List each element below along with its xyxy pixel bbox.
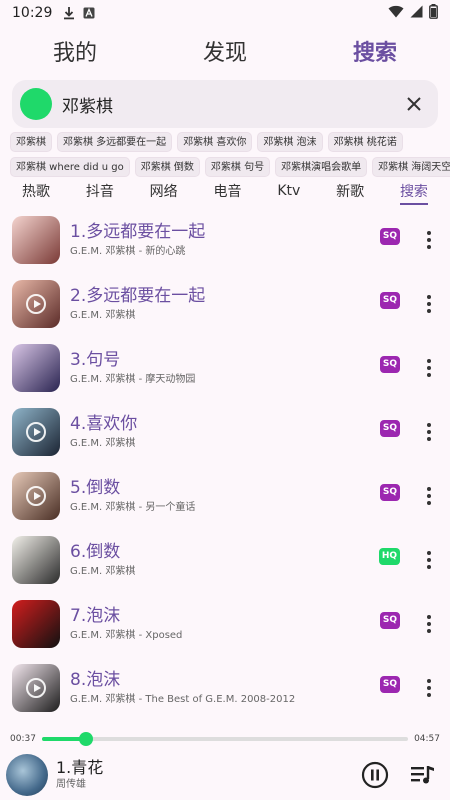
- song-cover: [12, 536, 60, 584]
- signal-icon: [410, 5, 423, 22]
- top-tabs: 我的 发现 搜索: [0, 34, 450, 74]
- playback-progress: 00:37 04:57: [0, 730, 450, 750]
- suggestion-row: 邓紫棋 where did u go 邓紫棋 倒数 邓紫棋 句号 邓紫棋演唱会歌…: [10, 157, 450, 179]
- song-subtitle: G.E.M. 邓紫棋 - Xposed: [70, 630, 183, 641]
- song-cover: [12, 408, 60, 456]
- song-row[interactable]: 8.泡沫 G.E.M. 邓紫棋 - The Best of G.E.M. 2008…: [0, 656, 450, 720]
- song-subtitle: G.E.M. 邓紫棋 - 新的心跳: [70, 246, 186, 257]
- suggestion-chip[interactable]: 邓紫棋 多远都要在一起: [57, 132, 173, 152]
- song-row[interactable]: 6.倒数 G.E.M. 邓紫棋 HQ: [0, 528, 450, 592]
- suggestion-chip[interactable]: 邓紫棋 喜欢你: [177, 132, 253, 152]
- song-row[interactable]: 1.多远都要在一起 G.E.M. 邓紫棋 - 新的心跳 SQ: [0, 208, 450, 272]
- search-bar[interactable]: 邓紫棋: [12, 80, 438, 128]
- elapsed-time: 00:37: [10, 734, 36, 744]
- status-right: [388, 3, 438, 23]
- play-icon[interactable]: [26, 294, 46, 314]
- tab-search[interactable]: 搜索: [300, 34, 450, 74]
- suggestion-chip[interactable]: 邓紫棋 倒数: [134, 157, 200, 177]
- song-subtitle: G.E.M. 邓紫棋: [70, 566, 136, 577]
- song-row[interactable]: [0, 720, 450, 728]
- more-options-icon[interactable]: [422, 418, 436, 446]
- suggestion-chip[interactable]: 邓紫棋 海阔天空: [372, 157, 450, 177]
- seek-thumb[interactable]: [78, 732, 93, 746]
- quality-badge: SQ: [379, 356, 400, 373]
- song-subtitle: G.E.M. 邓紫棋 - 摩天动物园: [70, 374, 196, 385]
- playlist-icon: [411, 766, 434, 784]
- playlist-button[interactable]: [408, 760, 438, 790]
- song-cover: [12, 664, 60, 712]
- now-playing-title: 1.青花: [56, 758, 104, 777]
- quality-badge: SQ: [379, 292, 400, 309]
- seek-bar[interactable]: [42, 732, 408, 746]
- now-playing-artist: 周传雄: [56, 779, 86, 790]
- pause-button[interactable]: [360, 760, 390, 790]
- quality-badge: SQ: [379, 484, 400, 501]
- suggestion-chip[interactable]: 邓紫棋 where did u go: [10, 157, 130, 177]
- status-time: 10:29: [12, 5, 53, 21]
- status-bar: 10:29: [0, 0, 450, 26]
- song-subtitle: G.E.M. 邓紫棋 - 另一个童话: [70, 502, 196, 513]
- quality-badge: SQ: [379, 676, 400, 693]
- song-cover: [12, 216, 60, 264]
- play-icon[interactable]: [26, 486, 46, 506]
- more-options-icon[interactable]: [422, 610, 436, 638]
- song-subtitle: G.E.M. 邓紫棋: [70, 310, 136, 321]
- search-input[interactable]: 邓紫棋: [62, 92, 402, 117]
- play-icon[interactable]: [26, 678, 46, 698]
- category-tab-electronic[interactable]: 电音: [205, 181, 249, 201]
- wifi-icon: [388, 5, 404, 22]
- more-options-icon[interactable]: [422, 226, 436, 254]
- clear-search-icon[interactable]: [402, 92, 426, 116]
- category-tab-ktv[interactable]: Ktv: [269, 183, 308, 199]
- search-status-dot: [20, 88, 52, 120]
- quality-badge: SQ: [379, 612, 400, 629]
- tab-mine[interactable]: 我的: [0, 34, 150, 74]
- search-suggestions: 邓紫棋 邓紫棋 多远都要在一起 邓紫棋 喜欢你 邓紫棋 泡沫 邓紫棋 桃花诺 邓…: [10, 132, 450, 182]
- more-options-icon[interactable]: [422, 290, 436, 318]
- song-row[interactable]: 3.句号 G.E.M. 邓紫棋 - 摩天动物园 SQ: [0, 336, 450, 400]
- song-cover: [12, 600, 60, 648]
- song-list: 1.多远都要在一起 G.E.M. 邓紫棋 - 新的心跳 SQ 2.多远都要在一起 G.E…: [0, 208, 450, 728]
- total-time: 04:57: [414, 734, 440, 744]
- suggestion-chip[interactable]: 邓紫棋 句号: [204, 157, 271, 177]
- song-row[interactable]: 7.泡沫 G.E.M. 邓紫棋 - Xposed SQ: [0, 592, 450, 656]
- more-options-icon[interactable]: [422, 354, 436, 382]
- category-tab-new[interactable]: 新歌: [328, 181, 372, 201]
- suggestion-chip[interactable]: 邓紫棋 桃花诺: [327, 132, 403, 152]
- suggestion-row: 邓紫棋 邓紫棋 多远都要在一起 邓紫棋 喜欢你 邓紫棋 泡沫 邓紫棋 桃花诺: [10, 132, 450, 154]
- app-notification-icon: [82, 6, 96, 20]
- song-row[interactable]: 5.倒数 G.E.M. 邓紫棋 - 另一个童话 SQ: [0, 464, 450, 528]
- play-icon[interactable]: [26, 422, 46, 442]
- category-tabs: 热歌 抖音 网络 电音 Ktv 新歌 搜索: [0, 178, 450, 205]
- now-playing-cover[interactable]: [6, 754, 48, 796]
- quality-badge: SQ: [379, 420, 400, 437]
- suggestion-chip[interactable]: 邓紫棋: [10, 132, 52, 152]
- song-subtitle: G.E.M. 邓紫棋 - The Best of G.E.M. 2008-201…: [70, 694, 296, 705]
- song-cover: [12, 344, 60, 392]
- song-cover: [12, 280, 60, 328]
- song-subtitle: G.E.M. 邓紫棋: [70, 438, 136, 449]
- now-playing-bar[interactable]: 1.青花 周传雄: [0, 750, 450, 800]
- suggestion-chip[interactable]: 邓紫棋演唱会歌单: [275, 157, 368, 177]
- download-icon: [62, 6, 76, 20]
- suggestion-chip[interactable]: 邓紫棋 泡沫: [257, 132, 323, 152]
- tab-discover[interactable]: 发现: [150, 34, 300, 74]
- song-row[interactable]: 2.多远都要在一起 G.E.M. 邓紫棋 SQ: [0, 272, 450, 336]
- battery-icon: [429, 3, 438, 23]
- quality-badge: HQ: [378, 548, 400, 565]
- now-playing-info[interactable]: 1.青花 周传雄: [56, 758, 360, 792]
- more-options-icon[interactable]: [422, 674, 436, 702]
- category-tab-network[interactable]: 网络: [142, 181, 186, 201]
- song-cover: [12, 472, 60, 520]
- category-tab-douyin[interactable]: 抖音: [78, 181, 122, 201]
- song-row[interactable]: 4.喜欢你 G.E.M. 邓紫棋 SQ: [0, 400, 450, 464]
- category-tab-search[interactable]: 搜索: [392, 181, 436, 205]
- pause-icon: [361, 761, 389, 789]
- more-options-icon[interactable]: [422, 546, 436, 574]
- quality-badge: SQ: [379, 228, 400, 245]
- category-tab-hot[interactable]: 热歌: [14, 181, 58, 201]
- more-options-icon[interactable]: [422, 482, 436, 510]
